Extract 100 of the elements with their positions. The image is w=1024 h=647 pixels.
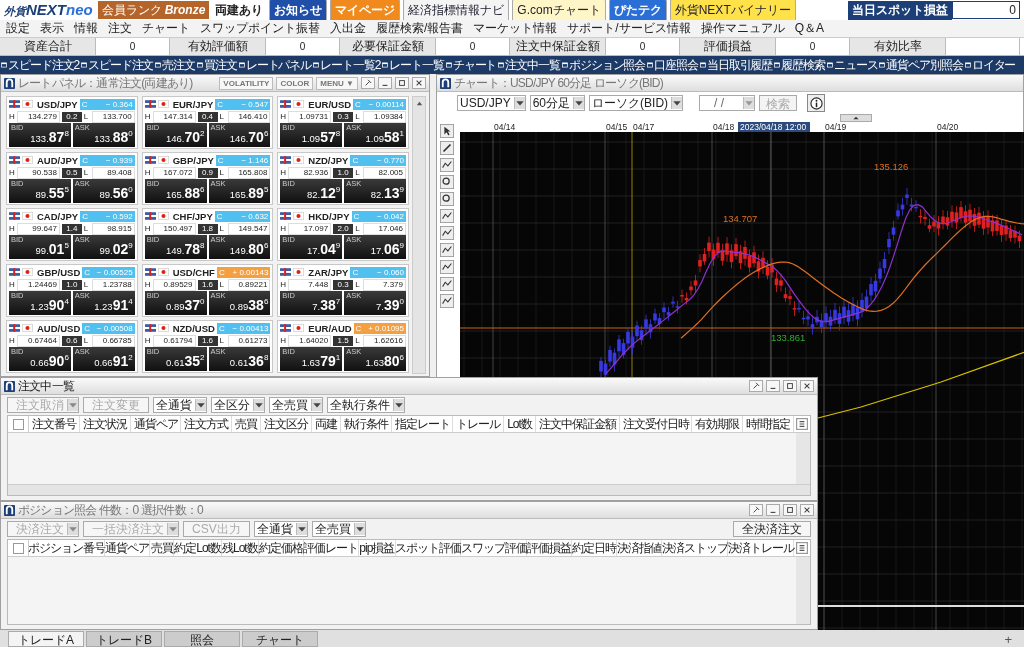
chart-tool-icon[interactable] xyxy=(440,175,454,189)
column-header[interactable]: 通貨ペア xyxy=(130,416,182,432)
close-button[interactable] xyxy=(800,380,814,392)
maximize-button[interactable] xyxy=(783,504,797,516)
column-header[interactable]: 評価損益 xyxy=(527,540,573,556)
toolbar-button[interactable]: スピード注文 xyxy=(81,56,154,74)
menu-item[interactable]: スワップポイント振替 xyxy=(200,20,320,37)
toolbar-button[interactable]: ニュース xyxy=(826,56,878,74)
header-link[interactable]: ぴたテク xyxy=(608,0,667,22)
header-link[interactable]: 経済指標情報ナビ xyxy=(403,0,510,22)
collapse-handle[interactable] xyxy=(840,114,872,122)
menu-item[interactable]: Q＆A xyxy=(794,20,825,37)
chart-select[interactable]: 60分足 xyxy=(529,95,586,111)
toolbar-button[interactable]: 注文中一覧 xyxy=(498,56,560,74)
column-settings-icon[interactable] xyxy=(796,418,809,430)
toolbar-button[interactable]: 口座照会 xyxy=(647,56,698,74)
scrollbar[interactable] xyxy=(8,484,810,495)
chart-tool-icon[interactable] xyxy=(440,209,454,223)
menu-item[interactable]: 注文 xyxy=(108,20,132,37)
chart-tool-icon[interactable] xyxy=(440,192,454,206)
close-button[interactable] xyxy=(800,504,814,516)
column-header[interactable]: 約定日時 xyxy=(572,540,618,556)
panel-button[interactable]: MENU ▼ xyxy=(316,76,358,90)
column-header[interactable]: スワップ評価 xyxy=(461,540,528,556)
minimize-button[interactable] xyxy=(766,504,780,516)
filter-select[interactable]: 全通貨 xyxy=(153,397,207,413)
column-header[interactable]: 指定レート xyxy=(391,416,454,432)
select-all-checkbox[interactable] xyxy=(12,542,24,554)
column-header[interactable]: 決済トレール xyxy=(728,540,794,556)
chart-tool-icon[interactable] xyxy=(440,277,454,291)
pin-button[interactable] xyxy=(361,77,375,89)
column-header[interactable]: 決済ストップ xyxy=(662,540,729,556)
minimize-button[interactable] xyxy=(378,77,392,89)
chart-tool-icon[interactable] xyxy=(440,226,454,240)
column-header[interactable]: 注文方式 xyxy=(181,416,233,432)
column-header[interactable]: 約定Lot数 xyxy=(174,540,222,556)
toolbar-button[interactable]: 通貨ペア別照会 xyxy=(879,56,963,74)
filter-select[interactable]: 全通貨 xyxy=(253,521,308,537)
column-header[interactable]: 評価レート xyxy=(303,540,360,556)
column-header[interactable]: 通貨ペア xyxy=(105,540,151,556)
close-all-button[interactable]: 全決済注文 xyxy=(733,521,811,537)
maximize-button[interactable] xyxy=(783,380,797,392)
menu-item[interactable]: 操作マニュアル xyxy=(700,20,785,37)
menu-item[interactable]: 表示 xyxy=(40,20,64,37)
minimize-button[interactable] xyxy=(766,380,780,392)
column-header[interactable]: 売買 xyxy=(150,540,175,556)
column-header[interactable]: 両建 xyxy=(311,416,341,432)
column-header[interactable]: 執行条件 xyxy=(340,416,392,432)
date-field[interactable]: / / xyxy=(699,95,756,111)
info-button[interactable] xyxy=(807,94,826,112)
column-header[interactable]: スポット評価 xyxy=(395,540,462,556)
chart-tool-icon[interactable] xyxy=(440,260,454,274)
column-header[interactable]: 決済指値 xyxy=(617,540,663,556)
pin-button[interactable] xyxy=(749,380,763,392)
add-tab-button[interactable]: + xyxy=(1000,632,1016,647)
filter-select[interactable]: 全売買 xyxy=(311,521,366,537)
column-header[interactable]: 売買 xyxy=(232,416,262,432)
column-settings-icon[interactable] xyxy=(796,542,808,554)
column-header[interactable]: Lot数 xyxy=(504,416,536,432)
toolbar-button[interactable]: レートパネル xyxy=(238,56,312,74)
menu-item[interactable]: サポート/サービス情報 xyxy=(567,20,691,37)
toolbar-button[interactable]: チャート xyxy=(445,56,497,74)
toolbar-button[interactable]: 買注文 xyxy=(197,56,237,74)
filter-select[interactable]: 全売買 xyxy=(269,397,323,413)
toolbar-button[interactable]: 履歴検索 xyxy=(774,56,825,74)
column-header[interactable]: pip損益 xyxy=(359,540,396,556)
column-header[interactable]: 注文中保証金額 xyxy=(535,416,620,432)
workspace-tab[interactable]: トレードB xyxy=(86,631,162,647)
column-header[interactable]: 注文番号 xyxy=(29,416,80,432)
column-header[interactable]: 時間指定 xyxy=(743,416,795,432)
column-header[interactable]: ポジション番号 xyxy=(29,540,106,556)
chart-tool-icon[interactable] xyxy=(440,243,454,257)
menu-item[interactable]: 情報 xyxy=(74,20,98,37)
panel-button[interactable]: COLOR xyxy=(276,76,314,90)
column-header[interactable]: 約定価格 xyxy=(258,540,304,556)
header-link[interactable]: お知らせ xyxy=(269,0,328,22)
toolbar-button[interactable]: ロイター xyxy=(964,56,1016,74)
filter-select[interactable]: 全執行条件 xyxy=(327,397,405,413)
maximize-button[interactable] xyxy=(395,77,409,89)
toolbar-button[interactable]: レート一覧2 xyxy=(313,56,381,74)
panel-button[interactable]: VOLATILITY xyxy=(219,76,274,90)
menu-item[interactable]: チャート xyxy=(142,20,190,37)
menu-item[interactable]: 入出金 xyxy=(330,20,366,37)
chart-tool-icon[interactable] xyxy=(440,158,454,172)
column-header[interactable]: 注文状況 xyxy=(79,416,131,432)
menu-item[interactable]: 設定 xyxy=(6,20,30,37)
toolbar-button[interactable]: スピード注文2 xyxy=(1,56,79,74)
toolbar-button[interactable]: 売注文 xyxy=(155,56,196,74)
chart-tool-icon[interactable] xyxy=(440,124,454,138)
workspace-tab[interactable]: 照会 xyxy=(164,631,240,647)
column-header[interactable]: 残Lot数 xyxy=(221,540,259,556)
column-header[interactable]: 注文受付日時 xyxy=(619,416,693,432)
chart-tool-icon[interactable] xyxy=(440,141,454,155)
select-all-checkbox[interactable] xyxy=(12,418,24,430)
column-header[interactable]: トレール xyxy=(453,416,505,432)
workspace-tab[interactable]: トレードA xyxy=(8,631,84,647)
chart-select[interactable]: ローソク(BID) xyxy=(589,95,684,111)
header-link[interactable]: G.comチャート xyxy=(512,0,606,22)
chart-select[interactable]: USD/JPY xyxy=(457,95,526,111)
workspace-tab[interactable]: チャート xyxy=(242,631,318,647)
